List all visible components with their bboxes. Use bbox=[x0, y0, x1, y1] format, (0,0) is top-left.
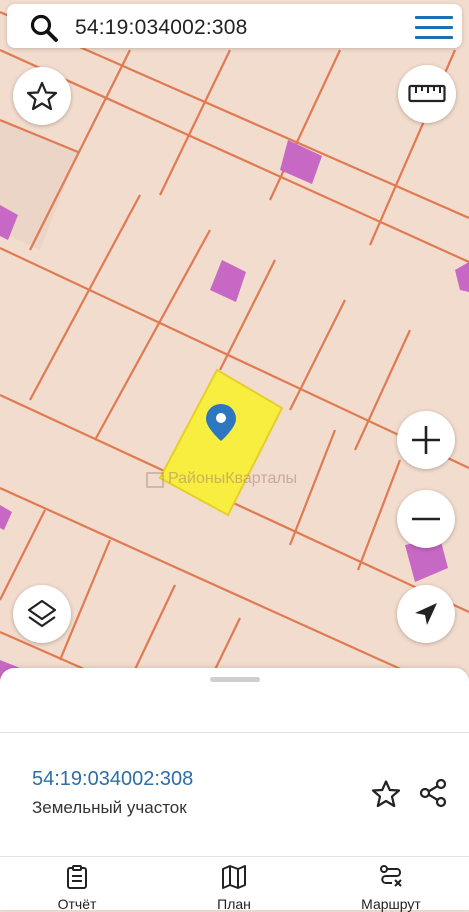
zoom-out-button[interactable] bbox=[397, 490, 455, 548]
tab-plan[interactable]: План bbox=[179, 864, 289, 912]
share-icon[interactable] bbox=[418, 778, 448, 808]
parcel-cadastral-number[interactable]: 54:19:034002:308 bbox=[32, 768, 193, 791]
search-icon[interactable] bbox=[29, 13, 59, 43]
minus-icon bbox=[412, 517, 440, 521]
ruler-icon bbox=[408, 84, 446, 103]
my-location-button[interactable] bbox=[397, 585, 455, 643]
search-bar[interactable]: 54:19:034002:308 ONREALTY bbox=[7, 4, 462, 48]
zoom-in-button[interactable] bbox=[397, 411, 455, 469]
divider bbox=[0, 732, 469, 733]
plus-icon bbox=[412, 426, 440, 454]
tab-route[interactable]: Маршрут bbox=[336, 864, 446, 912]
divider bbox=[0, 856, 469, 857]
favorite-star-icon[interactable] bbox=[371, 779, 401, 809]
ruler-button[interactable] bbox=[398, 65, 456, 123]
star-icon bbox=[26, 81, 58, 111]
favorite-map-button[interactable] bbox=[13, 67, 71, 125]
map-icon bbox=[222, 865, 246, 889]
navigation-arrow-icon bbox=[415, 603, 437, 625]
parcel-info-sheet: 54:19:034002:308 Земельный участок Отчёт… bbox=[0, 668, 469, 912]
tab-report[interactable]: Отчёт bbox=[22, 864, 132, 912]
menu-icon[interactable] bbox=[415, 16, 453, 42]
search-input[interactable]: 54:19:034002:308 bbox=[75, 16, 248, 40]
layers-button[interactable] bbox=[13, 585, 71, 643]
route-icon bbox=[380, 865, 402, 887]
map-watermark: РайоныКварталы bbox=[168, 470, 298, 487]
clipboard-icon bbox=[67, 865, 87, 889]
layers-icon bbox=[27, 599, 57, 628]
sheet-drag-handle[interactable] bbox=[210, 677, 260, 682]
parcel-type: Земельный участок bbox=[32, 798, 187, 817]
